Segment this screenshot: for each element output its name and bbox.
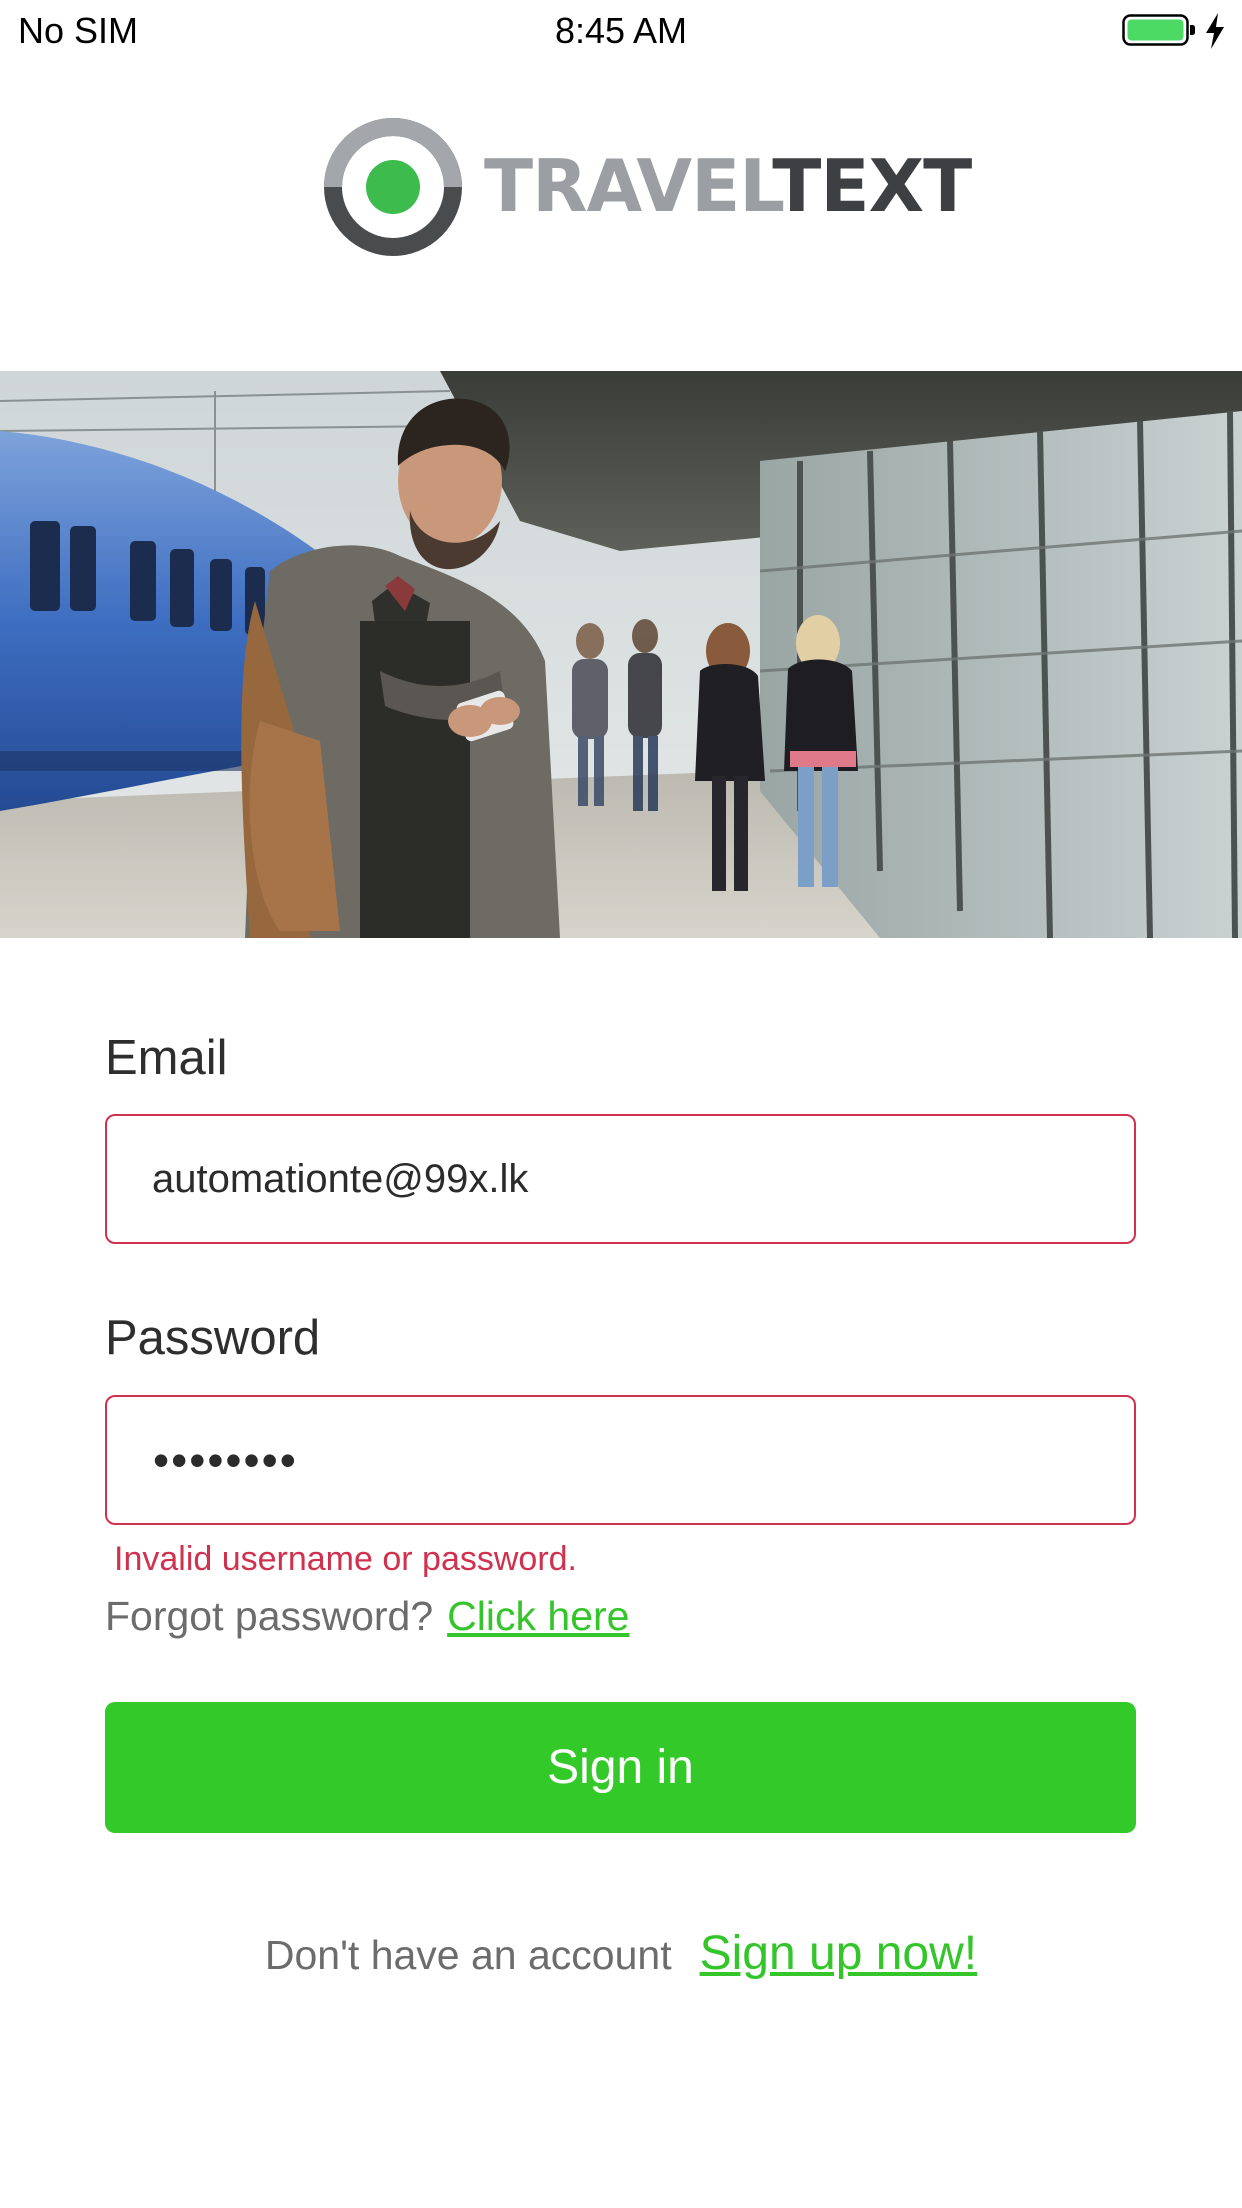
- password-value: ••••••••: [153, 1434, 298, 1486]
- email-label: Email: [105, 1031, 228, 1085]
- sign-up-label: Don't have an account: [264, 1932, 672, 1978]
- password-label: Password: [105, 1311, 321, 1365]
- sign-in-button[interactable]: Sign in: [105, 1702, 1136, 1833]
- status-bar: No SIM 8:45 AM: [0, 0, 1242, 62]
- traveltext-logo: TRAVELTEXT: [322, 116, 972, 262]
- battery-full-icon: [1122, 14, 1195, 46]
- hero-photo-train-platform: [0, 371, 1242, 938]
- traveltext-logo-icon: [324, 118, 462, 256]
- forgot-password-label: Forgot password?: [105, 1593, 434, 1639]
- sign-up-row: Don't have an account Sign up now!: [0, 1926, 1242, 1981]
- forgot-password-row: Forgot password? Click here: [105, 1593, 629, 1640]
- sign-up-link[interactable]: Sign up now!: [700, 1927, 978, 1980]
- login-error-message: Invalid username or password.: [114, 1540, 578, 1578]
- password-field[interactable]: ••••••••: [105, 1395, 1136, 1525]
- logo-text-text: TEXT: [772, 144, 972, 228]
- logo-text-travel: TRAVEL: [484, 144, 773, 228]
- email-field[interactable]: automationte@99x.lk: [105, 1114, 1136, 1244]
- login-screen: No SIM 8:45 AM TRAVELTEXT Email automati…: [0, 0, 1242, 2208]
- charging-bolt-icon: [1206, 13, 1224, 49]
- hero-photo: [0, 371, 1242, 938]
- email-value: automationte@99x.lk: [152, 1157, 529, 1201]
- clock-label: 8:45 AM: [554, 10, 688, 51]
- logo-wordmark: TRAVELTEXT: [484, 144, 972, 228]
- forgot-password-link[interactable]: Click here: [447, 1593, 629, 1639]
